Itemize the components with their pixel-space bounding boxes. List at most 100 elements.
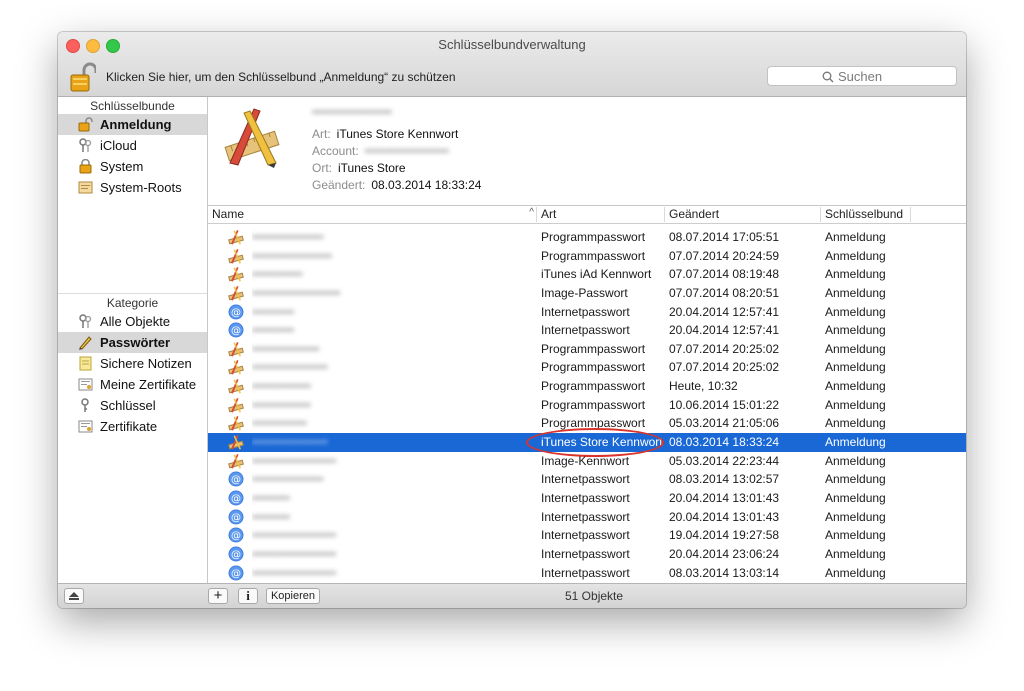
- app-icon: [228, 266, 244, 282]
- locked-keychain-icon: [78, 158, 93, 174]
- category-item-4[interactable]: Schlüssel: [58, 395, 207, 416]
- row-modified: 10.06.2014 15:01:22: [669, 397, 780, 412]
- certificate-icon: [78, 419, 93, 434]
- row-modified: Heute, 10:32: [669, 379, 738, 394]
- column-art[interactable]: Art: [536, 207, 664, 222]
- table-row[interactable]: @ •••••••••••••••••••• Internetpasswort 20.…: [208, 545, 966, 564]
- key-icon: [78, 398, 93, 413]
- table-row[interactable]: •••••••••••••• Programmpasswort Heute, 10:…: [208, 377, 966, 396]
- table-row[interactable]: •••••••••••••• Programmpasswort 10.06.2014…: [208, 396, 966, 415]
- detail-account-label: Account:: [312, 144, 359, 158]
- search-field[interactable]: Suchen: [767, 66, 957, 86]
- category-header: Kategorie: [106, 296, 159, 310]
- detail-modified: Geändert: 08.03.2014 18:33:24: [312, 178, 481, 192]
- row-kind: Internetpasswort: [541, 509, 630, 524]
- table-row[interactable]: •••••••••••••••••••• Image-Kennwort 05.03.…: [208, 452, 966, 471]
- row-kind: Programmpasswort: [541, 397, 646, 412]
- row-keychain: Anmeldung: [825, 360, 886, 375]
- row-kind: iTunes Store Kennwort: [541, 435, 663, 450]
- toggle-sidebar-button[interactable]: [64, 588, 84, 604]
- keychain-item-0[interactable]: Anmeldung: [58, 114, 207, 135]
- certificate-folder-icon: [78, 180, 93, 195]
- row-keychain: Anmeldung: [825, 230, 886, 244]
- padlock-open-icon[interactable]: [70, 62, 98, 92]
- table-row[interactable]: ••••••••••••••••••• Programmpasswort 07.07…: [208, 247, 966, 266]
- row-modified: 08.07.2014 17:05:51: [669, 230, 780, 244]
- column-name[interactable]: Name ^: [208, 207, 536, 222]
- at-icon: @: [228, 546, 244, 562]
- row-kind: Programmpasswort: [541, 248, 646, 263]
- table-header: Name ^ Art Geändert Schlüsselbund: [208, 206, 966, 224]
- row-keychain: Anmeldung: [825, 397, 886, 412]
- column-keychain[interactable]: Schlüsselbund: [820, 207, 910, 222]
- table-row[interactable]: ••••••••••••••••• Programmpasswort 08.07.2…: [208, 228, 966, 247]
- svg-text:@: @: [231, 307, 241, 318]
- row-name: ••••••••••••••••••: [252, 360, 328, 375]
- detail-art-value: iTunes Store Kennwort: [336, 127, 459, 141]
- keychain-item-2[interactable]: System: [58, 156, 207, 177]
- table-row[interactable]: ••••••••••••••••••••• Image-Passwort 07.07…: [208, 284, 966, 303]
- add-item-button[interactable]: +: [208, 588, 228, 604]
- keychain-item-3[interactable]: System-Roots: [58, 177, 207, 198]
- table-row[interactable]: @ •••••••••••••••••••• Internetpasswort 08.…: [208, 564, 966, 583]
- row-modified: 08.03.2014 18:33:24: [669, 435, 780, 450]
- item-count: 51 Objekte: [565, 589, 624, 603]
- items-table: Name ^ Art Geändert Schlüsselbund •••••••…: [208, 206, 966, 583]
- app-icon: [228, 341, 244, 357]
- table-row[interactable]: @ ••••••••••••••••• Internetpasswort 08.03.…: [208, 470, 966, 489]
- row-keychain: Anmeldung: [825, 565, 886, 580]
- row-keychain: Anmeldung: [825, 248, 886, 263]
- table-row[interactable]: •••••••••••••••••• Programmpasswort 07.07.…: [208, 358, 966, 377]
- row-name: ••••••••••••••••: [252, 341, 320, 356]
- sidebar: Schlüsselbunde Anmeldung iCloud System Syst…: [58, 97, 208, 583]
- at-icon: @: [228, 565, 244, 581]
- table-row[interactable]: •••••••••••••••• Programmpasswort 07.07.20…: [208, 340, 966, 359]
- keychains-header: Schlüsselbunde: [90, 99, 175, 113]
- table-row-selected[interactable]: •••••••••••••••••• iTunes Store Kennwort 0…: [208, 428, 966, 458]
- search-placeholder: Suchen: [838, 69, 883, 84]
- detail-pane: ••••••••••••••••••• Art: iTunes Store Ken…: [208, 97, 966, 206]
- row-kind: Programmpasswort: [541, 416, 646, 431]
- keys-icon: [78, 138, 93, 153]
- window-title: Schlüsselbundverwaltung: [438, 37, 586, 52]
- category-item-0[interactable]: Alle Objekte: [58, 311, 207, 332]
- table-row[interactable]: @ •••••••••• Internetpasswort 20.04.2014 12…: [208, 303, 966, 322]
- row-name: ••••••••••: [252, 304, 295, 319]
- table-row[interactable]: @ •••••••••••••••••••• Internetpasswort 19.…: [208, 526, 966, 545]
- category-item-label: Meine Zertifikate: [100, 377, 197, 392]
- detail-item-name: •••••••••••••••••••: [312, 105, 392, 119]
- row-keychain: Anmeldung: [825, 304, 886, 319]
- row-modified: 07.07.2014 08:19:48: [669, 267, 780, 282]
- category-item-3[interactable]: Meine Zertifikate: [58, 374, 207, 395]
- row-modified: 05.03.2014 22:23:44: [669, 453, 780, 468]
- copy-button[interactable]: Kopieren: [266, 588, 320, 604]
- category-item-1[interactable]: Passwörter: [58, 332, 207, 353]
- table-row[interactable]: @ ••••••••• Internetpasswort 20.04.2014 13:…: [208, 508, 966, 527]
- row-modified: 05.03.2014 21:05:06: [669, 416, 780, 431]
- table-row[interactable]: @ ••••••••• Internetpasswort 20.04.2014 13:…: [208, 489, 966, 508]
- category-item-2[interactable]: Sichere Notizen: [58, 353, 207, 374]
- detail-ort-value: iTunes Store: [338, 161, 406, 175]
- keychain-item-1[interactable]: iCloud: [58, 135, 207, 156]
- svg-text:@: @: [231, 512, 241, 523]
- table-row[interactable]: @ •••••••••• Internetpasswort 20.04.2014 12…: [208, 321, 966, 340]
- category-item-label: Schlüssel: [100, 398, 156, 413]
- row-kind: Internetpasswort: [541, 323, 630, 338]
- row-name: •••••••••••••••••: [252, 230, 324, 244]
- table-row[interactable]: •••••••••••• iTunes iAd Kennwort 07.07.201…: [208, 265, 966, 284]
- row-modified: 20.04.2014 23:06:24: [669, 546, 780, 561]
- row-kind: Image-Kennwort: [541, 453, 630, 468]
- at-icon: @: [228, 509, 244, 525]
- titlebar: Schlüsselbundverwaltung Klicken Sie hier…: [58, 32, 966, 97]
- info-button[interactable]: i: [238, 588, 258, 604]
- row-keychain: Anmeldung: [825, 509, 886, 524]
- lock-hint[interactable]: Klicken Sie hier, um den Schlüsselbund „…: [106, 70, 456, 84]
- row-name: •••••••••••••••••: [252, 472, 324, 487]
- column-modified[interactable]: Geändert: [664, 207, 820, 222]
- category-item-5[interactable]: Zertifikate: [58, 416, 207, 437]
- sort-ascending-icon: ^: [529, 207, 534, 218]
- app-icon: [228, 248, 244, 264]
- table-row[interactable]: ••••••••••••• Programmpasswort 05.03.2014 …: [208, 414, 966, 433]
- row-modified: 20.04.2014 12:57:41: [669, 304, 780, 319]
- row-name: ••••••••••••••••••••: [252, 546, 337, 561]
